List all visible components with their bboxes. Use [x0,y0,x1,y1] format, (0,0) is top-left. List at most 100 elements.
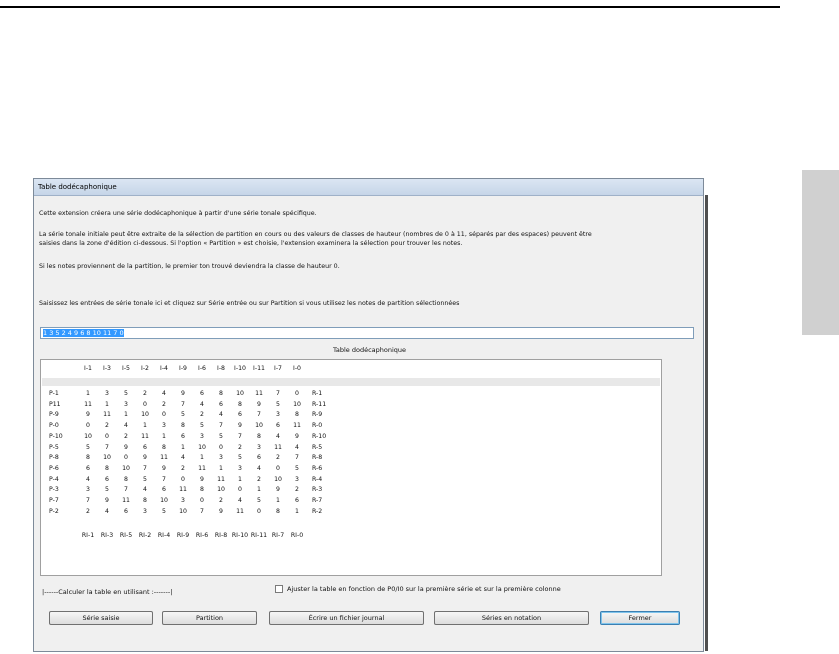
matrix-cell: 6 [105,475,109,483]
matrix-cell: 11 [84,400,92,408]
matrix-cell: 4 [86,475,90,483]
matrix-cell: 5 [295,464,299,472]
matrix-cell: 2 [238,443,242,451]
matrix-cell: 6 [238,411,242,419]
matrix-cell: 7 [219,422,223,430]
matrix-cell: 10 [217,486,225,494]
matrix-cell: 4 [162,390,166,397]
matrix-col-header: I-3 [103,365,111,372]
series-notation-button[interactable]: Séries en notation [434,611,589,625]
matrix-cell: 9 [162,464,166,472]
matrix-cell: 1 [105,400,109,408]
matrix-cell: 3 [257,443,261,451]
matrix-cell: 1 [238,475,242,483]
table-title: Table dodécaphonique [332,346,407,354]
matrix-cell: 6 [162,486,166,494]
matrix-cell: 5 [257,497,261,504]
adjust-checkbox[interactable] [275,585,283,593]
matrix-cell: 1 [257,486,261,494]
matrix-footer-header: RI-0 [290,532,304,539]
matrix-cell: 8 [105,464,109,472]
matrix-cell: 5 [86,443,90,451]
matrix-cell: 11 [255,390,263,397]
matrix-row-label: P11 [49,400,61,408]
matrix-col-header: I-8 [217,365,225,372]
matrix-col-header: I-9 [179,365,187,372]
matrix-cell: 4 [200,400,204,408]
matrix-row-retrograde-label: R-1 [312,390,323,397]
matrix-cell: 1 [200,454,204,462]
matrix-cell: 10 [179,507,187,515]
matrix-col-header: I-10 [234,365,246,372]
matrix-cell: 0 [200,497,204,504]
matrix-cell: 2 [86,507,90,515]
write-log-button[interactable]: Écrire un fichier journal [269,611,424,625]
matrix-cell: 7 [105,443,109,451]
top-rule [0,6,780,8]
matrix-cell: 3 [238,464,242,472]
matrix-footer-header: RI-9 [176,532,190,539]
matrix-cell: 3 [181,497,185,504]
matrix-cell: 0 [257,507,261,515]
matrix-cell: 5 [219,432,223,440]
matrix-row-label: P-0 [49,422,59,430]
matrix-cell: 4 [238,497,242,504]
adjust-option[interactable]: Ajuster la table en fonction de P0/I0 su… [275,585,561,593]
matrix-cell: 10 [141,411,149,419]
matrix-cell: 2 [276,454,280,462]
matrix-cell: 10 [122,464,130,472]
matrix-col-header: I-1 [84,365,92,372]
close-button[interactable]: Fermer [600,611,680,625]
matrix-cell: 11 [141,432,149,440]
serie-saisie-button[interactable]: Série saisie [49,611,153,625]
matrix-cell: 3 [276,411,280,419]
matrix-footer-header: RI-2 [138,532,152,539]
matrix-row-label: P-3 [49,486,59,494]
matrix-cell: 3 [219,454,223,462]
matrix-footer-header: RI-10 [231,532,249,539]
matrix-cell: 2 [162,400,166,408]
dodecaphonic-dialog: Table dodécaphonique Cette extension cré… [33,178,708,652]
matrix-cell: 11 [236,507,244,515]
matrix-cell: 3 [295,475,299,483]
matrix-cell: 2 [257,475,261,483]
twelve-tone-matrix[interactable]: I-1 I-3 I-5 I-2 I-4 I-9 I-6 I-8 I-10 I-11 I-7 I-0 P-… [40,359,662,576]
matrix-cell: 0 [105,432,109,440]
matrix-cell: 1 [181,443,185,451]
matrix-cell: 7 [162,475,166,483]
matrix-cell: 11 [160,454,168,462]
matrix-cell: 3 [162,422,166,430]
description-line-2: saisies dans la zone d'édition ci-dessou… [39,240,463,247]
matrix-cell: 1 [86,390,90,397]
matrix-row-label: P-9 [49,411,59,419]
window-edge [705,195,708,651]
description-line-1: La série tonale initiale peut être extra… [39,231,592,238]
matrix-col-header: I-0 [293,365,301,372]
matrix-cell: 11 [217,475,225,483]
matrix-cell: 5 [276,400,280,408]
matrix-footer-header: RI-1 [81,532,95,539]
matrix-cell: 6 [124,507,128,515]
matrix-cell: 0 [219,443,223,451]
instruction-text: Saisissez les entrées de série tonale ic… [39,300,460,307]
series-input[interactable]: 1 3 5 2 4 9 6 8 10 11 7 0 [40,327,694,339]
matrix-cell: 4 [276,432,280,440]
matrix-footer-header: RI-3 [100,532,114,539]
matrix-cell: 11 [198,464,206,472]
matrix-cell: 5 [143,475,147,483]
matrix-cell: 3 [124,400,128,408]
matrix-cell: 1 [219,464,223,472]
matrix-row-label: P-2 [49,507,59,515]
matrix-cell: 10 [198,443,206,451]
partition-button[interactable]: Partition [162,611,257,625]
matrix-col-header: I-4 [160,365,168,372]
matrix-cell: 6 [295,497,299,504]
matrix-cell: 4 [257,464,261,472]
matrix-row-label: P-10 [49,432,63,440]
matrix-row-retrograde-label: R-7 [312,497,323,504]
matrix-cell: 9 [143,454,147,462]
matrix-cell: 1 [143,422,147,430]
matrix-cell: 0 [295,390,299,397]
dialog-title: Table dodécaphonique [34,179,703,196]
matrix-cell: 6 [86,464,90,472]
